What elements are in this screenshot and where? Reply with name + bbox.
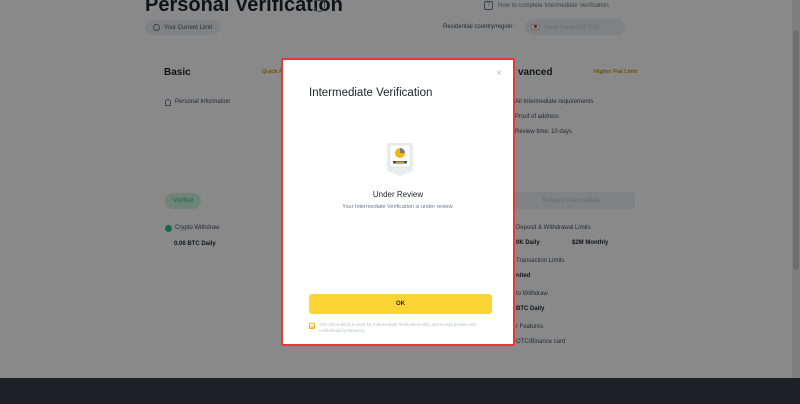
close-icon[interactable]: × [496,69,502,79]
review-status-title: Under Review [372,190,424,199]
review-status-text: Your Intermediate Verification is under … [342,204,454,210]
document-review-icon [387,143,413,176]
modal-title: Intermediate Verification [309,87,433,99]
privacy-disclaimer: This information is used for Intermediat… [309,322,495,333]
privacy-shield-icon [309,323,315,329]
intermediate-verification-modal: × Intermediate Verification Under Review… [281,58,515,346]
page-footer [0,378,800,404]
ok-button[interactable]: OK [309,294,492,314]
disclaimer-text: This information is used for Intermediat… [319,322,476,333]
